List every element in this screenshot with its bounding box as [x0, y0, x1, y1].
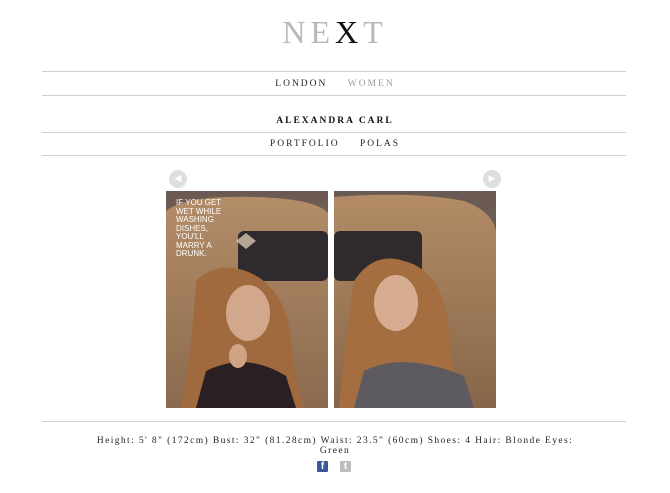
- twitter-icon: t: [343, 461, 348, 472]
- tab-portfolio[interactable]: PORTFOLIO: [270, 139, 340, 149]
- twitter-button[interactable]: t: [340, 461, 351, 472]
- chevron-left-icon: ◀: [174, 174, 182, 184]
- tab-polas[interactable]: POLAS: [360, 139, 400, 149]
- divider: [42, 95, 626, 96]
- divider: [42, 155, 626, 156]
- portfolio-photo-right[interactable]: [334, 191, 496, 408]
- logo-part-3: T: [363, 14, 388, 50]
- logo-part-1: NE: [282, 14, 335, 50]
- chevron-right-icon: ▶: [488, 174, 496, 184]
- nav-link-women[interactable]: WOMEN: [348, 79, 395, 89]
- gallery-next-button[interactable]: ▶: [483, 170, 501, 188]
- photo-caption: IF YOU GET WET WHILE WASHING DISHES, YOU…: [176, 198, 221, 259]
- model-header: ALEXANDRA CARL: [0, 116, 670, 126]
- divider: [42, 421, 626, 422]
- top-nav: LONDON WOMEN: [0, 79, 670, 89]
- portfolio-photo-left[interactable]: IF YOU GET WET WHILE WASHING DISHES, YOU…: [166, 191, 328, 408]
- stats-line: Height: 5' 8" (172cm) Bust: 32" (81.28cm…: [96, 436, 574, 446]
- divider: [42, 132, 626, 133]
- next-logo[interactable]: NEXT: [0, 14, 670, 51]
- photo-right-image: [334, 191, 496, 408]
- facebook-button[interactable]: f: [317, 461, 328, 472]
- model-stats: Height: 5' 8" (172cm) Bust: 32" (81.28cm…: [60, 436, 610, 456]
- gallery-prev-button[interactable]: ◀: [169, 170, 187, 188]
- divider: [42, 71, 626, 72]
- nav-link-london[interactable]: LONDON: [275, 79, 327, 89]
- facebook-icon: f: [320, 461, 325, 472]
- stats-line: Green: [319, 446, 351, 456]
- model-subnav: PORTFOLIO POLAS: [0, 139, 670, 149]
- caption-line: DRUNK.: [176, 249, 207, 258]
- logo-part-2: X: [335, 14, 364, 50]
- model-name: ALEXANDRA CARL: [276, 116, 394, 126]
